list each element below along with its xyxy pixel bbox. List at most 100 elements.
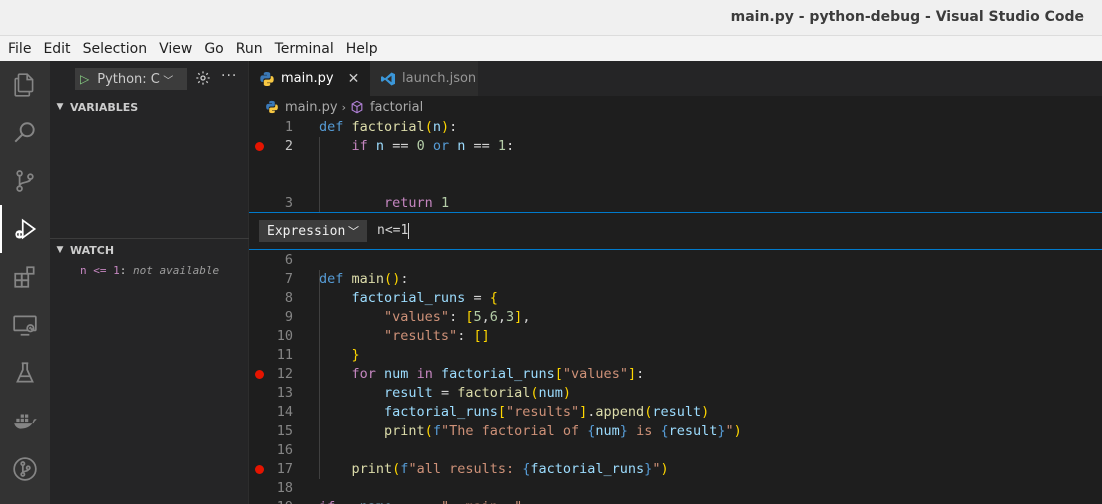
code-line[interactable]: 17 print(f"all results: {factorial_runs}… [249, 460, 1102, 479]
line-number: 7 [284, 271, 293, 287]
gear-icon[interactable] [195, 70, 211, 86]
menu-selection[interactable]: Selection [83, 41, 148, 57]
menu-go[interactable]: Go [204, 41, 223, 57]
breakpoint-type-select[interactable]: Expression ﹀ [259, 220, 367, 242]
menu-help[interactable]: Help [346, 41, 378, 57]
watch-colon: : [119, 264, 133, 277]
line-gutter[interactable]: 15 [249, 422, 299, 441]
line-number: 8 [284, 290, 293, 306]
title-bar: main.py - python-debug - Visual Studio C… [0, 0, 1102, 36]
code-line[interactable]: 3 return 1 [249, 194, 1102, 213]
code-line[interactable]: 13 result = factorial(num) [249, 384, 1102, 403]
line-number: 15 [276, 423, 293, 439]
breakpoint-type-label: Expression [267, 223, 346, 239]
breadcrumb-file[interactable]: main.py [285, 100, 338, 115]
git-graph-icon[interactable] [0, 445, 50, 493]
explorer-icon[interactable] [0, 61, 50, 109]
debug-toolbar: ▷ Python: Cu ﹀ ··· [50, 61, 249, 96]
line-gutter[interactable]: 13 [249, 384, 299, 403]
line-gutter[interactable]: 18 [249, 479, 299, 498]
watch-item[interactable]: n <= 1: not available [80, 264, 219, 277]
code-line[interactable]: 12 for num in factorial_runs["values"]: [249, 365, 1102, 384]
menu-terminal[interactable]: Terminal [275, 41, 334, 57]
line-gutter[interactable]: 2 [249, 137, 299, 156]
tab-launch-json[interactable]: launch.json [370, 61, 479, 96]
code-line[interactable]: 2 if n == 0 or n == 1: [249, 137, 1102, 156]
line-number: 14 [276, 404, 293, 420]
line-source: if n == 0 or n == 1: [351, 138, 515, 154]
chevron-down-icon: ﹀ [348, 225, 359, 238]
line-source: result = factorial(num) [384, 385, 572, 401]
python-file-icon [266, 100, 278, 114]
python-file-icon [260, 71, 274, 86]
line-gutter[interactable]: 8 [249, 289, 299, 308]
breadcrumb-separator: › [341, 100, 346, 114]
line-gutter[interactable]: 16 [249, 441, 299, 460]
more-actions-icon[interactable]: ··· [221, 68, 237, 84]
code-line[interactable]: 7 def main(): [249, 270, 1102, 289]
line-gutter[interactable]: 10 [249, 327, 299, 346]
line-gutter[interactable]: 1 [249, 118, 299, 137]
code-line[interactable]: 15 print(f"The factorial of {num} is {re… [249, 422, 1102, 441]
launch-config-select[interactable]: ▷ Python: Cu ﹀ [75, 68, 187, 90]
launch-config-label: Python: Cu [97, 71, 162, 87]
watch-title: WATCH [70, 243, 115, 257]
code-line[interactable]: 18 [249, 479, 1102, 498]
menu-view[interactable]: View [159, 41, 192, 57]
docker-icon[interactable] [0, 397, 50, 445]
text-caret [408, 222, 410, 239]
line-gutter[interactable]: 7 [249, 270, 299, 289]
line-gutter[interactable]: 9 [249, 308, 299, 327]
code-line[interactable]: 10 "results": [] [249, 327, 1102, 346]
debug-sidebar: ▷ Python: Cu ﹀ ··· ▼ VARIABLES ▼ WATCH n… [50, 61, 249, 504]
line-number: 12 [276, 366, 293, 382]
code-line[interactable]: 8 factorial_runs = { [249, 289, 1102, 308]
menu-edit[interactable]: Edit [43, 41, 70, 57]
code-line[interactable]: 6 [249, 251, 1102, 270]
line-number: 18 [276, 480, 293, 496]
code-line[interactable]: 19 if __name__ == "__main__": [249, 498, 1102, 504]
line-source: for num in factorial_runs["values"]: [351, 366, 645, 382]
line-number: 6 [284, 252, 293, 268]
line-gutter[interactable]: 6 [249, 251, 299, 270]
testing-icon[interactable] [0, 349, 50, 397]
code-line[interactable]: 9 "values": [5,6,3], [249, 308, 1102, 327]
line-gutter[interactable]: 11 [249, 346, 299, 365]
line-number: 16 [276, 442, 293, 458]
line-number: 2 [284, 138, 293, 154]
line-number: 11 [276, 347, 293, 363]
editor-area: main.py ✕ launch.json main.py › factoria… [249, 61, 1102, 504]
line-gutter[interactable]: 17 [249, 460, 299, 479]
line-gutter[interactable]: 19 [249, 498, 299, 504]
watch-section-header[interactable]: ▼ WATCH [50, 239, 249, 261]
close-icon[interactable]: ✕ [348, 71, 360, 87]
start-debugging-icon[interactable]: ▷ [80, 72, 89, 86]
extensions-icon[interactable] [0, 253, 50, 301]
line-source: factorial_runs["results"].append(result) [384, 404, 710, 420]
menu-run[interactable]: Run [236, 41, 263, 57]
line-gutter[interactable]: 3 [249, 194, 299, 213]
line-source: print(f"all results: {factorial_runs}") [351, 461, 669, 477]
menu-file[interactable]: File [8, 41, 31, 57]
chevron-down-icon: ▼ [56, 102, 64, 112]
code-line[interactable]: 1 def factorial(n): [249, 118, 1102, 137]
line-gutter[interactable]: 14 [249, 403, 299, 422]
watch-expression: n <= 1 [80, 264, 120, 277]
tab-main-py[interactable]: main.py ✕ [249, 61, 370, 96]
code-editor[interactable]: 1 def factorial(n): 2 if n == 0 or n == 1:… [249, 118, 1102, 504]
line-number: 1 [284, 119, 293, 135]
breakpoint-condition-input[interactable]: n<=1 [377, 220, 410, 242]
line-number: 3 [284, 195, 293, 211]
variables-section-header[interactable]: ▼ VARIABLES [50, 96, 249, 118]
line-gutter[interactable]: 12 [249, 365, 299, 384]
code-line[interactable]: 14 factorial_runs["results"].append(resu… [249, 403, 1102, 422]
code-line[interactable]: 16 [249, 441, 1102, 460]
source-control-icon[interactable] [0, 157, 50, 205]
search-icon[interactable] [0, 109, 50, 157]
code-line[interactable]: 11 } [249, 346, 1102, 365]
run-debug-icon[interactable] [0, 205, 50, 253]
breadcrumb-symbol[interactable]: factorial [370, 100, 423, 115]
remote-explorer-icon[interactable] [0, 301, 50, 349]
window-title: main.py - python-debug - Visual Studio C… [730, 9, 1084, 25]
line-number: 17 [276, 461, 293, 477]
